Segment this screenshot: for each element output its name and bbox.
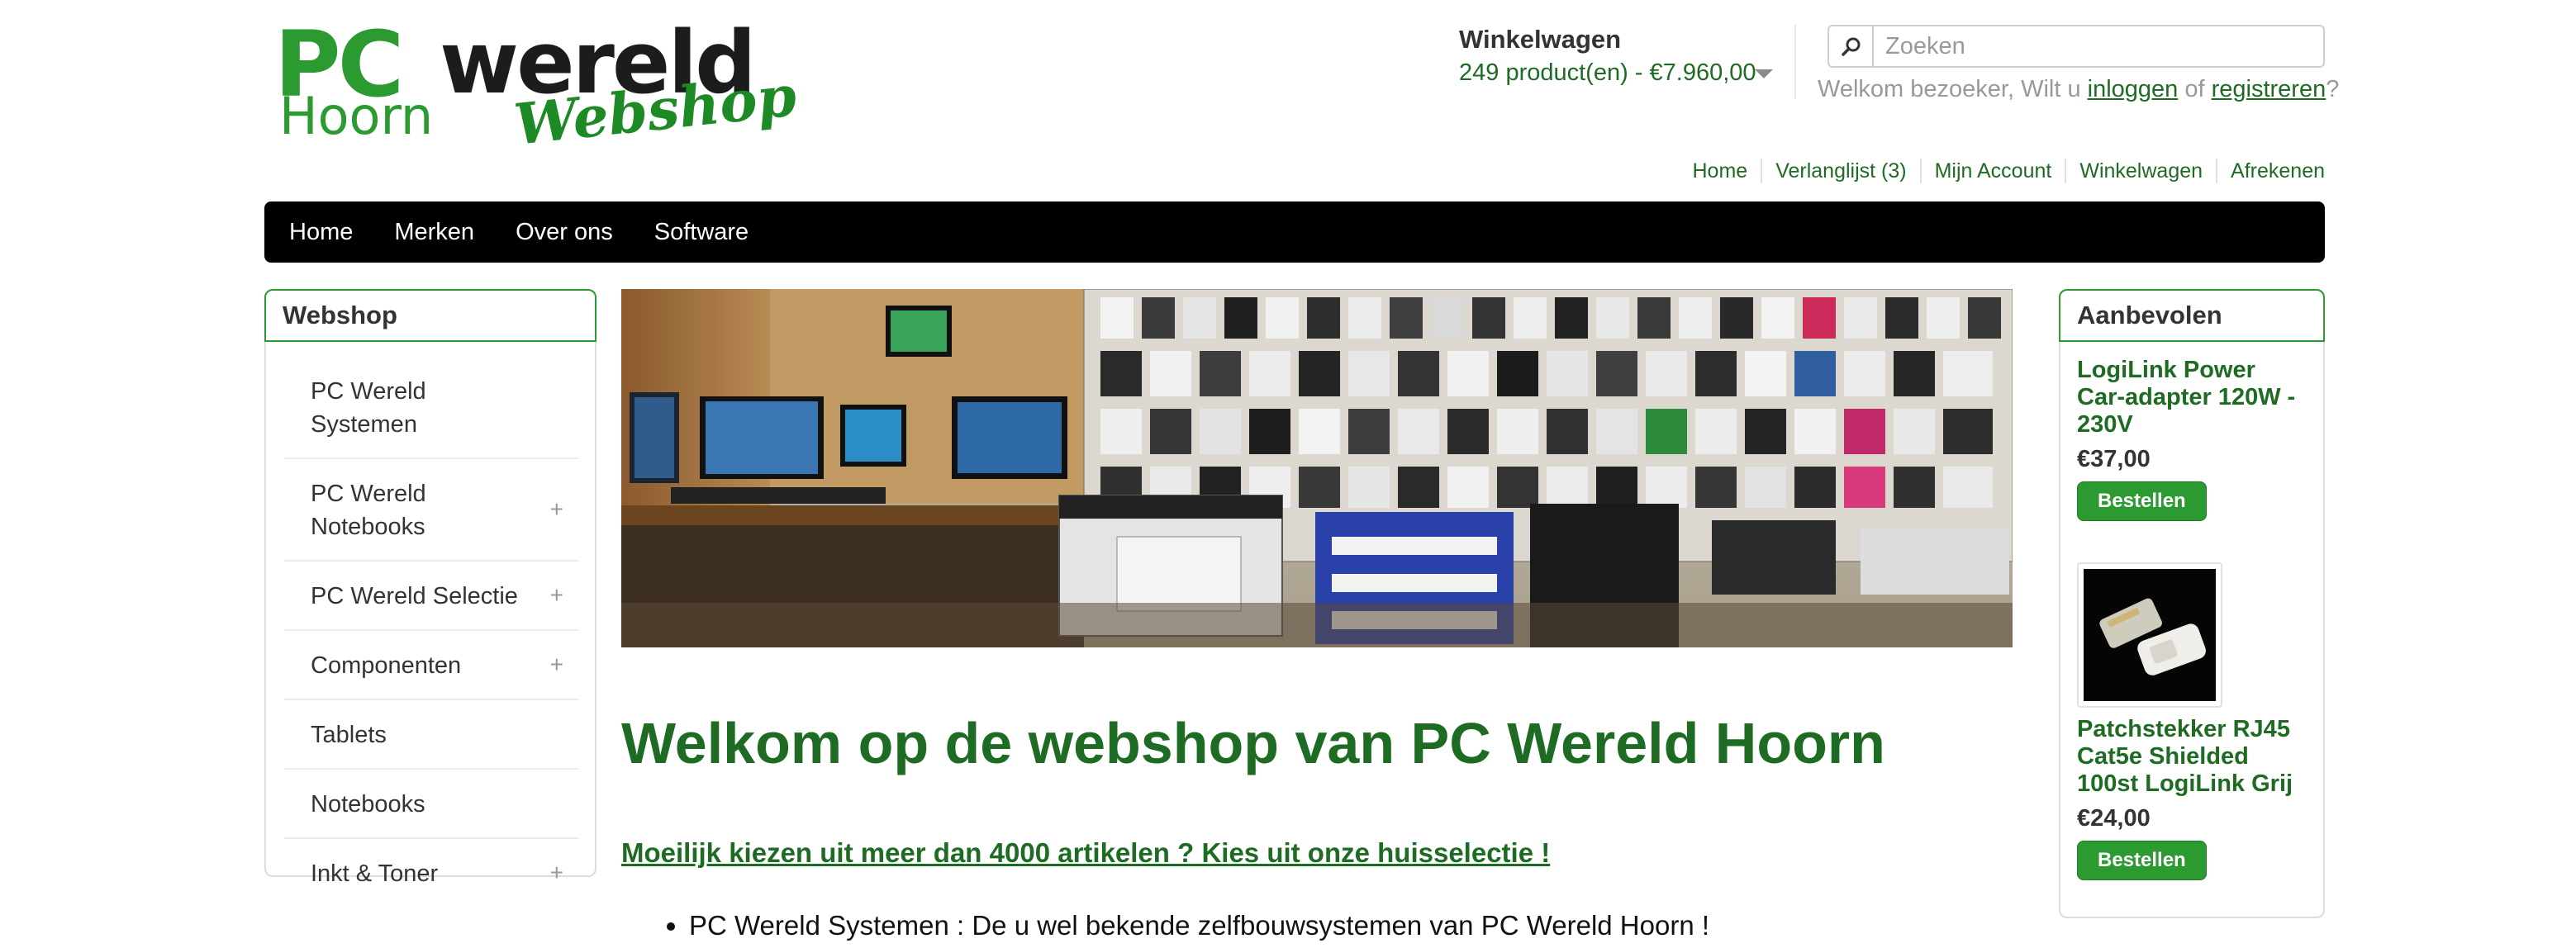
featured-product: Patchstekker RJ45 Cat5e Shielded 100st L… [2060, 562, 2323, 880]
category-box-title: Webshop [264, 289, 596, 342]
intro-list: PC Wereld Systemen : De u wel bekende ze… [661, 910, 1709, 941]
category-item[interactable]: Tablets [284, 700, 578, 770]
category-label: Inkt & Toner [311, 860, 439, 887]
welcome-prefix: Welkom bezoeker, Wilt u [1818, 76, 2081, 102]
nav-item-software[interactable]: Software [654, 219, 749, 246]
header-divider [1794, 25, 1796, 99]
category-label: Componenten [311, 652, 462, 679]
featured-product: LogiLink Power Car-adapter 120W - 230V €… [2060, 357, 2323, 521]
register-link[interactable]: registreren [2212, 76, 2326, 102]
category-item[interactable]: Inkt & Toner + [284, 839, 578, 907]
logo-text-hoorn: Hoorn [279, 86, 434, 146]
category-item[interactable]: Componenten + [284, 631, 578, 700]
store-banner-image[interactable] [621, 289, 2013, 647]
store-interior-illustration [621, 289, 2013, 647]
order-button[interactable]: Bestellen [2077, 481, 2207, 521]
category-item[interactable]: Notebooks [284, 770, 578, 839]
order-button[interactable]: Bestellen [2077, 841, 2207, 880]
top-link-checkout[interactable]: Afrekenen [2216, 159, 2325, 183]
expand-plus-icon[interactable]: + [550, 493, 563, 526]
category-label: PC Wereld Notebooks [311, 481, 426, 540]
cart-title[interactable]: Winkelwagen [1459, 25, 1621, 55]
list-item: PC Wereld Systemen : De u wel bekende ze… [689, 910, 1709, 941]
category-box: Webshop PC Wereld Systemen PC Wereld Not… [264, 289, 596, 887]
main-nav: Home Merken Over ons Software [264, 201, 2325, 263]
caret-down-icon[interactable] [1755, 69, 1773, 78]
cart-summary[interactable]: 249 product(en) - €7.960,00 [1459, 59, 1756, 87]
login-link[interactable]: inloggen [2088, 76, 2179, 102]
product-name-link[interactable]: LogiLink Power Car-adapter 120W - 230V [2077, 357, 2307, 438]
magnifier-icon [1842, 37, 1861, 56]
search-box [1827, 25, 2325, 68]
search-input[interactable] [1875, 26, 2322, 66]
nav-item-brands[interactable]: Merken [394, 219, 474, 246]
category-label: Tablets [311, 722, 387, 748]
expand-plus-icon[interactable]: + [550, 648, 563, 681]
nav-item-about[interactable]: Over ons [516, 219, 613, 246]
category-list: PC Wereld Systemen PC Wereld Notebooks + … [284, 342, 578, 907]
category-item[interactable]: PC Wereld Systemen [284, 357, 578, 459]
top-link-cart[interactable]: Winkelwagen [2065, 159, 2216, 183]
featured-box: Aanbevolen LogiLink Power Car-adapter 12… [2059, 289, 2325, 918]
welcome-suffix: ? [2326, 76, 2340, 102]
nav-item-home[interactable]: Home [289, 219, 353, 246]
search-button[interactable] [1829, 26, 1874, 66]
page-title: Welkom op de webshop van PC Wereld Hoorn [621, 711, 1885, 775]
top-links: Home Verlanglijst (3) Mijn Account Winke… [1680, 159, 2325, 183]
expand-plus-icon[interactable]: + [550, 856, 563, 889]
product-thumbnail[interactable] [2077, 562, 2222, 708]
featured-box-title: Aanbevolen [2059, 289, 2325, 342]
category-label: PC Wereld Systemen [311, 378, 426, 438]
house-selection-link[interactable]: Moeilijk kiezen uit meer dan 4000 artike… [621, 837, 1550, 869]
product-name-link[interactable]: Patchstekker RJ45 Cat5e Shielded 100st L… [2077, 716, 2307, 798]
site-logo[interactable]: PC wereld Hoorn Webshop [274, 19, 800, 159]
top-link-account[interactable]: Mijn Account [1919, 159, 2065, 183]
rj45-connectors-image [2084, 569, 2216, 701]
welcome-message: Welkom bezoeker, Wilt u inloggen of regi… [1818, 76, 2339, 103]
welcome-middle: of [2184, 76, 2205, 102]
top-link-wishlist[interactable]: Verlanglijst (3) [1761, 159, 1919, 183]
product-price: €24,00 [2077, 805, 2151, 832]
product-price: €37,00 [2077, 446, 2151, 472]
category-item[interactable]: PC Wereld Notebooks + [284, 459, 578, 562]
expand-plus-icon[interactable]: + [550, 579, 563, 612]
category-item[interactable]: PC Wereld Selectie + [284, 562, 578, 631]
category-label: Notebooks [311, 791, 425, 818]
top-link-home[interactable]: Home [1680, 159, 1761, 183]
category-label: PC Wereld Selectie [311, 583, 518, 609]
